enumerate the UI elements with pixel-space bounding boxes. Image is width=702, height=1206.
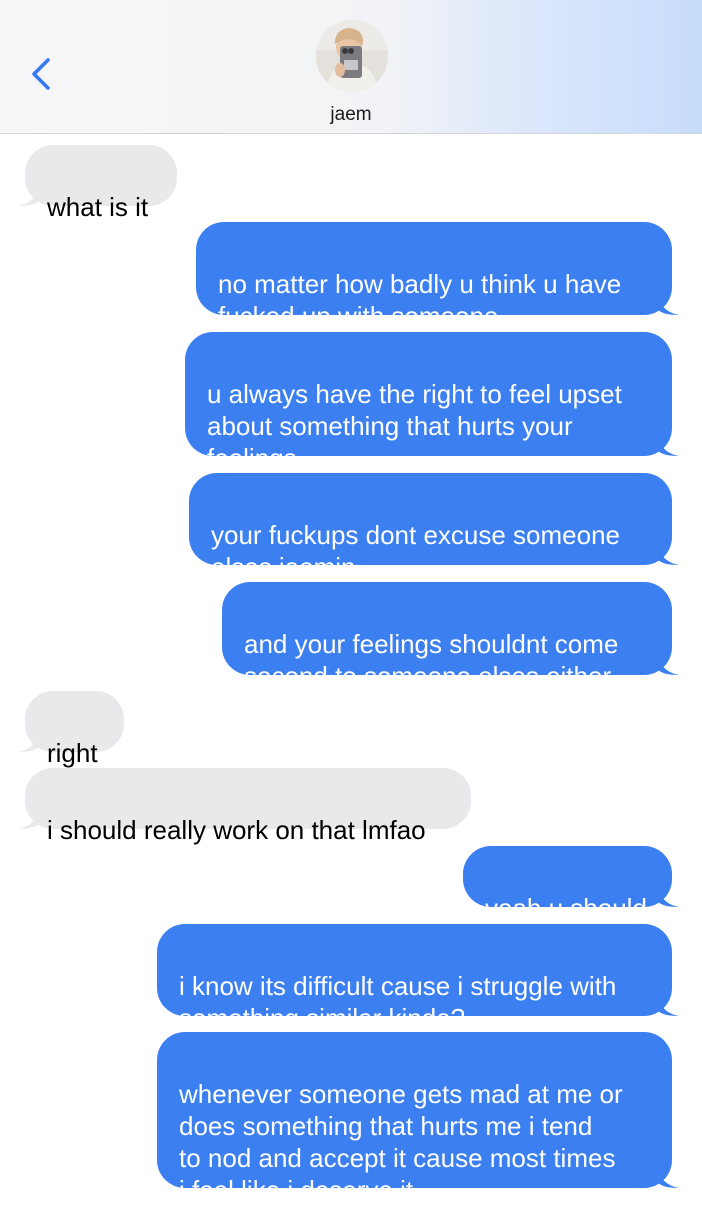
bubble-tail [657,994,679,1016]
message-bubble-incoming[interactable]: i should really work on that lmfao [18,768,471,845]
message-text: what is it [47,192,149,222]
bubble-tail [657,885,679,907]
message-text: yeah u should [485,893,647,923]
message-bubble-outgoing[interactable]: whenever someone gets mad at me or does … [157,1032,679,1205]
back-button[interactable] [22,52,62,96]
avatar-photo [316,20,388,92]
chevron-left-icon [32,58,50,90]
bubble-tail [18,807,40,829]
bubble-tail [657,543,679,565]
message-bubble-outgoing[interactable]: your fuckups dont excuse someone elses j… [189,473,679,582]
message-text: i should really work on that lmfao [47,815,426,845]
bubble-tail [657,293,679,315]
contact-avatar[interactable] [316,20,388,92]
message-text: u always have the right to feel upset ab… [207,379,622,473]
message-bubble-outgoing[interactable]: i know its difficult cause i struggle wi… [157,924,679,1033]
bubble-tail [18,730,40,752]
message-text: no matter how badly u think u have fucke… [218,269,622,331]
message-bubble-outgoing[interactable]: u always have the right to feel upset ab… [185,332,679,473]
contact-name[interactable]: jaem [0,104,702,126]
message-bubble-incoming[interactable]: what is it [18,145,177,222]
message-text: your fuckups dont excuse someone elses j… [211,520,621,582]
bubble-tail [18,184,40,206]
message-bubble-outgoing[interactable]: no matter how badly u think u have fucke… [196,222,679,331]
message-text: whenever someone gets mad at me or does … [179,1079,623,1205]
conversation-header: jaem [0,0,702,134]
message-bubble-outgoing[interactable]: yeah u should [463,846,679,923]
message-bubble-outgoing[interactable]: and your feelings shouldnt come second t… [222,582,679,691]
message-bubble-incoming[interactable]: right [18,691,124,768]
message-text: and your feelings shouldnt come second t… [244,629,632,691]
message-text: right [47,738,98,768]
message-text: i know its difficult cause i struggle wi… [179,971,617,1033]
bubble-tail [657,653,679,675]
bubble-tail [657,1166,679,1188]
bubble-tail [657,434,679,456]
